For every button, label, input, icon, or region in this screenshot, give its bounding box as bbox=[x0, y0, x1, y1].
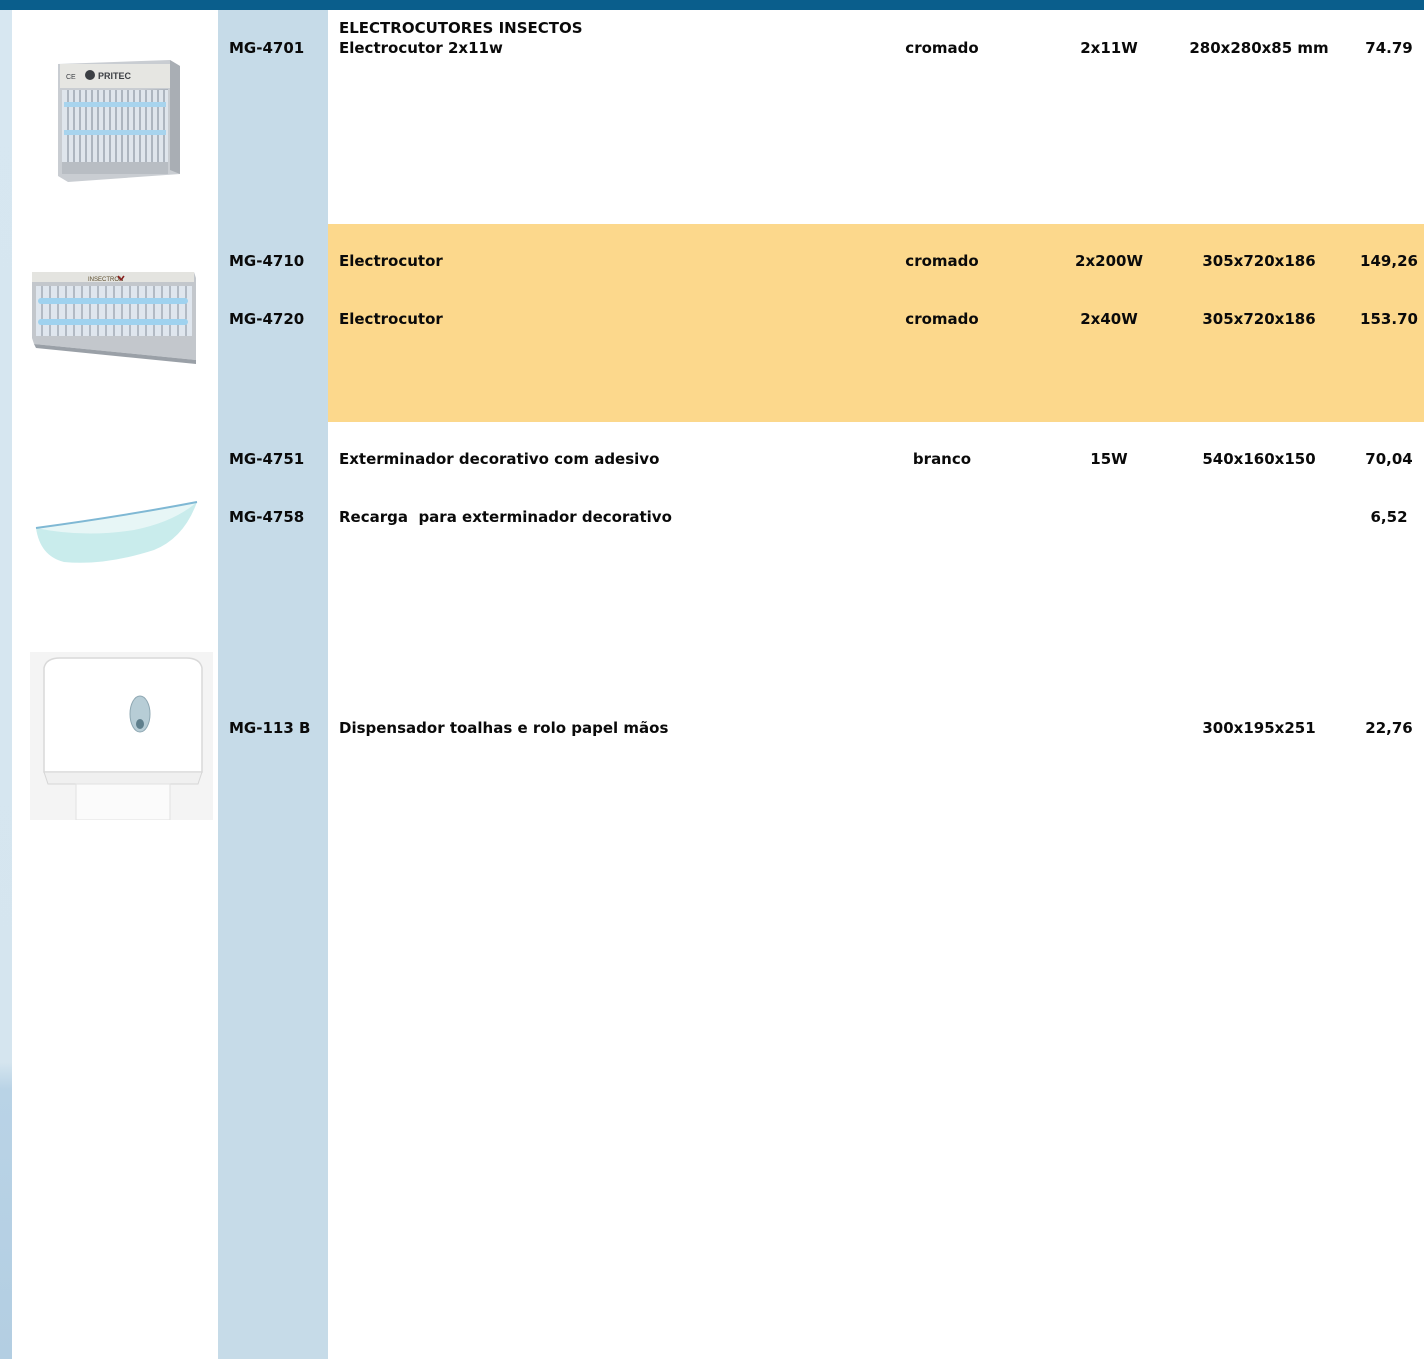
product-price: 153.70 bbox=[1360, 310, 1418, 328]
product-description: Electrocutor bbox=[339, 252, 443, 270]
product-description: Electrocutor 2x11w bbox=[339, 39, 503, 57]
product-dimensions: 300x195x251 bbox=[1202, 719, 1316, 737]
product-code: MG-4758 bbox=[229, 508, 305, 526]
svg-text:PRITEC: PRITEC bbox=[98, 71, 132, 81]
product-description: Electrocutor bbox=[339, 310, 443, 328]
product-dimensions: 305x720x186 bbox=[1202, 310, 1316, 328]
square-insect-zapper-image: PRITEC CE bbox=[22, 22, 212, 210]
product-price: 22,76 bbox=[1365, 719, 1413, 737]
product-power: 15W bbox=[1090, 450, 1128, 468]
product-description: Dispensador toalhas e rolo papel mãos bbox=[339, 719, 669, 737]
product-dimensions: 305x720x186 bbox=[1202, 252, 1316, 270]
long-insect-zapper-image: INSECTRON bbox=[28, 264, 200, 364]
svg-text:INSECTRON: INSECTRON bbox=[88, 277, 123, 283]
code-column-background bbox=[218, 10, 328, 1359]
towel-dispenser-image bbox=[30, 652, 213, 821]
product-dimensions: 540x160x150 bbox=[1202, 450, 1316, 468]
product-code: MG-4751 bbox=[229, 450, 305, 468]
product-finish: branco bbox=[912, 450, 972, 468]
product-description: Exterminador decorativo com adesivo bbox=[339, 450, 660, 468]
product-description: Recarga para exterminador decorativo bbox=[339, 508, 672, 526]
product-code: MG-4701 bbox=[229, 39, 305, 57]
product-price: 149,26 bbox=[1360, 252, 1418, 270]
product-price: 70,04 bbox=[1365, 450, 1413, 468]
product-code: MG-113 B bbox=[229, 719, 311, 737]
top-header-bar bbox=[0, 0, 1424, 10]
product-code: MG-4720 bbox=[229, 310, 305, 328]
product-finish: cromado bbox=[905, 39, 979, 57]
product-power: 2x11W bbox=[1080, 39, 1138, 57]
product-price: 74.79 bbox=[1365, 39, 1413, 57]
product-price: 6,52 bbox=[1370, 508, 1408, 526]
product-finish: cromado bbox=[905, 310, 979, 328]
product-finish: cromado bbox=[905, 252, 979, 270]
section-title: ELECTROCUTORES INSECTOS bbox=[339, 19, 583, 37]
product-dimensions: 280x280x85 mm bbox=[1189, 39, 1329, 57]
product-power: 2x40W bbox=[1080, 310, 1138, 328]
product-code: MG-4710 bbox=[229, 252, 305, 270]
left-decorative-strip bbox=[0, 10, 12, 1359]
decorative-insect-trap-image bbox=[34, 500, 199, 568]
svg-text:CE: CE bbox=[66, 74, 76, 81]
product-power: 2x200W bbox=[1075, 252, 1143, 270]
